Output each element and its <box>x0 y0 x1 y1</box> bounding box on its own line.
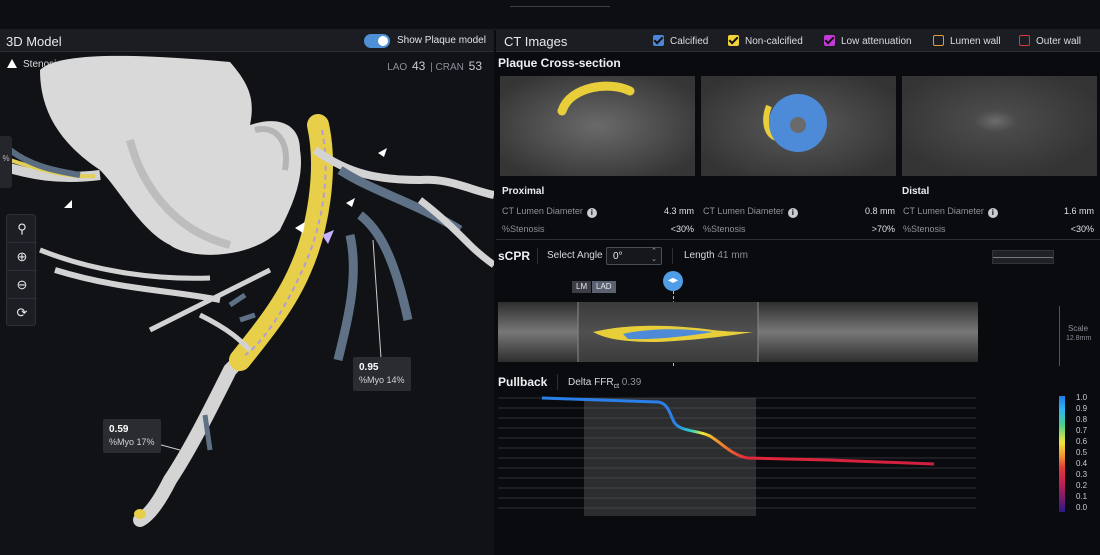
lumen-diameter-value: 0.8 mm <box>864 206 895 216</box>
pullback-title: Pullback <box>498 375 548 389</box>
stenosis-value: >70% <box>871 224 895 234</box>
3d-model-header: 3D Model Show Plaque model <box>0 30 494 52</box>
segment-tag-lad: LAD <box>592 281 616 293</box>
top-strip <box>0 0 1100 30</box>
scpr-image[interactable] <box>498 302 978 362</box>
stenosis-label: %Stenosis <box>903 224 946 234</box>
segment-tag-lm: LM <box>572 281 592 293</box>
select-angle-label: Select Angle <box>547 250 603 261</box>
info-icon: i <box>787 208 798 218</box>
cross-section-image-distal[interactable] <box>902 76 1097 176</box>
colorbar-tick: 0.1 <box>1076 492 1088 501</box>
colorbar-tick: 1.0 <box>1076 393 1088 402</box>
scale-value: 12.8mm <box>1066 335 1092 342</box>
cross-section-image-proximal[interactable] <box>500 76 695 176</box>
ffr-label[interactable]: 0.59 %Myo 17% <box>103 419 161 453</box>
3d-model-panel[interactable]: 3D Model Show Plaque model Stenosis Mark… <box>0 30 494 555</box>
stenosis-value: <30% <box>670 224 694 234</box>
checkbox-icon <box>824 35 835 46</box>
checkbox-icon <box>1019 35 1030 46</box>
minimap-thumbnail[interactable] <box>992 250 1054 264</box>
stenosis-value: <30% <box>1070 224 1094 234</box>
colorbar-tick: 0.0 <box>1076 503 1088 512</box>
pullback-chart[interactable] <box>498 394 976 518</box>
panel-title: CT Images <box>504 34 568 49</box>
colorbar-tick: 0.9 <box>1076 404 1088 413</box>
delta-ffr-readout: Delta FFRct 0.39 <box>568 377 642 390</box>
stenosis-label: %Stenosis <box>703 224 746 234</box>
scale-bar <box>1059 306 1060 366</box>
stenosis-label: %Stenosis <box>502 224 545 234</box>
colorbar-tick: 0.8 <box>1076 415 1088 424</box>
angle-stepper[interactable]: 0° ⌃ ⌄ <box>606 247 662 265</box>
legend-outer-wall[interactable]: Outer wall <box>1019 35 1081 47</box>
ct-images-panel: CT Images Calcified Non-calcified Low at… <box>496 30 1100 555</box>
colorbar-tick: 0.2 <box>1076 481 1088 490</box>
stenosis-marker-legend: Stenosis Marker <box>7 59 95 70</box>
lumen-diameter-label: CT Lumen Diameter i <box>703 206 798 218</box>
info-icon: i <box>586 208 597 218</box>
lumen-diameter-value: 1.6 mm <box>1063 206 1094 216</box>
colorbar-tick: 0.6 <box>1076 437 1088 446</box>
stepper-arrows-icon: ⌃ ⌄ <box>651 248 657 263</box>
checkbox-icon <box>653 35 664 46</box>
legend-lumen-wall[interactable]: Lumen wall <box>933 35 1001 47</box>
lumen-diameter-value: 4.3 mm <box>663 206 694 216</box>
ffr-label[interactable]: 0.95 %Myo 14% <box>353 357 411 391</box>
view-angles: LAO 43 | CRAN 53 <box>387 59 482 73</box>
legend-calcified[interactable]: Calcified <box>653 35 708 47</box>
ffr-colorbar <box>1059 396 1065 512</box>
distal-label: Distal <box>902 186 930 197</box>
legend-non-calcified[interactable]: Non-calcified <box>728 35 803 47</box>
length-readout: Length 41 mm <box>684 250 748 261</box>
zoom-out-icon[interactable]: ⊖ <box>7 271 37 299</box>
scpr-title: sCPR <box>498 249 531 263</box>
info-icon: i <box>987 208 998 218</box>
lumen-diameter-label: CT Lumen Diameter i <box>903 206 998 218</box>
show-plaque-label: Show Plaque model <box>397 35 486 46</box>
colorbar-tick: 0.7 <box>1076 426 1088 435</box>
checkbox-icon <box>933 35 944 46</box>
cross-section-title: Plaque Cross-section <box>498 56 621 70</box>
divider <box>496 239 1100 240</box>
app-window: 3D Model Show Plaque model Stenosis Mark… <box>0 0 1100 555</box>
panel-title: 3D Model <box>6 34 62 49</box>
proximal-label: Proximal <box>502 186 545 197</box>
view-toolbar: ⚲ ⊕ ⊖ ⟳ <box>6 214 37 327</box>
collapsed-side-tab[interactable]: % <box>0 136 12 188</box>
cross-section-image-stenosis[interactable] <box>701 76 896 176</box>
pin-icon[interactable]: ⚲ <box>7 215 37 243</box>
3d-coronary-model[interactable] <box>0 30 494 555</box>
rotate-icon[interactable]: ⟳ <box>7 299 37 327</box>
triangle-icon <box>7 59 17 68</box>
ct-images-header: CT Images Calcified Non-calcified Low at… <box>496 30 1100 52</box>
scale-label: Scale <box>1068 324 1089 333</box>
checkbox-icon <box>728 35 739 46</box>
colorbar-tick: 0.3 <box>1076 470 1088 479</box>
colorbar-tick: 0.5 <box>1076 448 1088 457</box>
lumen-diameter-label: CT Lumen Diameter i <box>502 206 597 218</box>
legend-low-attenuation[interactable]: Low attenuation <box>824 35 912 47</box>
show-plaque-toggle[interactable] <box>364 34 390 48</box>
zoom-in-icon[interactable]: ⊕ <box>7 243 37 271</box>
colorbar-tick: 0.4 <box>1076 459 1088 468</box>
cursor-handle-icon[interactable]: ◂▸ <box>663 271 683 291</box>
